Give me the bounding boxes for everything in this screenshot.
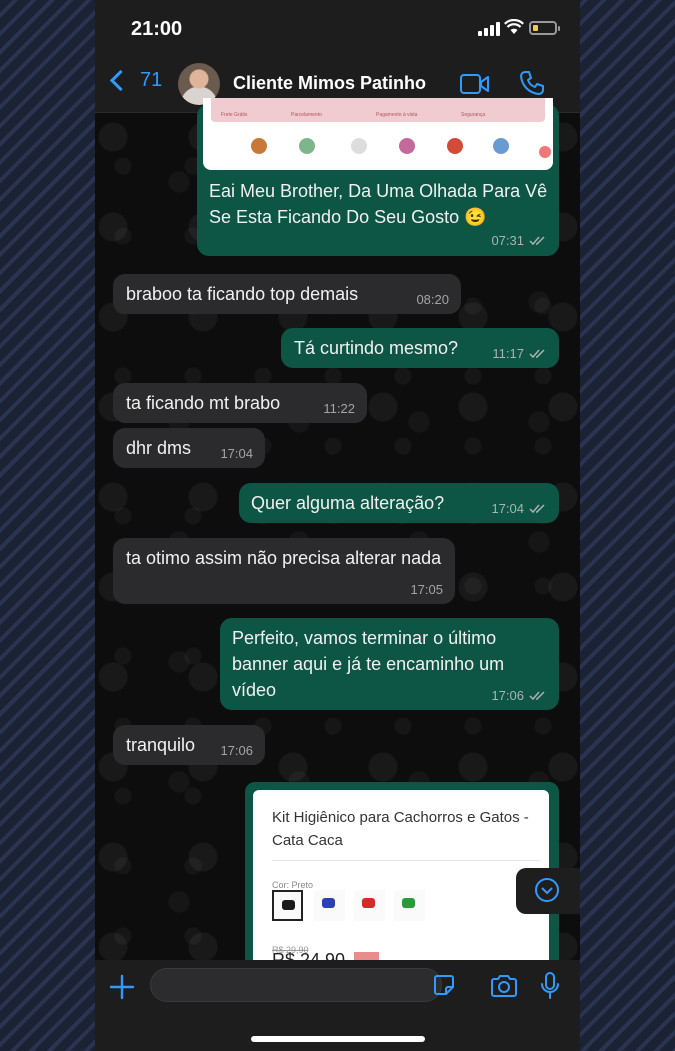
message-time: 17:04	[220, 446, 253, 461]
phone-screen: 21:00 71 Cliente Mimos Patinho Frete Grá…	[95, 0, 580, 1051]
scroll-down-button[interactable]	[516, 868, 580, 914]
home-indicator	[251, 1036, 425, 1042]
status-time: 21:00	[131, 18, 183, 40]
pet-thumbnail	[447, 138, 463, 154]
feature-label: Pagamento à vista	[376, 112, 418, 118]
phone-call-icon[interactable]	[519, 70, 545, 96]
message-meta: 17:04	[491, 502, 547, 516]
message-meta: 07:31	[491, 234, 547, 248]
read-ticks-icon	[529, 349, 545, 359]
message-text: dhr dms	[126, 438, 192, 458]
message-time: 17:04	[491, 501, 524, 516]
message-bubble-incoming[interactable]: ta ficando mt brabo 11:22	[113, 383, 367, 423]
product-thumbnail	[322, 898, 335, 908]
message-text: ta otimo assim não precisa alterar nada	[126, 548, 442, 568]
pet-thumbnail	[251, 138, 267, 154]
camera-icon[interactable]	[490, 974, 518, 998]
plus-icon[interactable]	[109, 974, 135, 1000]
message-bubble-outgoing[interactable]: Perfeito, vamos terminar o último banner…	[220, 618, 559, 710]
banner-preview: Frete Grátis Parcelamento Pagamento à vi…	[211, 98, 545, 122]
message-meta: 11:22	[323, 402, 355, 416]
read-ticks-icon	[529, 691, 545, 701]
message-text: tranquilo	[126, 735, 196, 755]
status-bar: 21:00	[95, 0, 580, 55]
divider	[272, 860, 540, 861]
message-text: Quer alguma alteração?	[251, 493, 445, 513]
product-title: Kit Higiênico para Cachorros e Gatos - C…	[272, 809, 529, 849]
message-time: 11:22	[323, 401, 355, 416]
color-swatch-blue[interactable]	[314, 890, 345, 921]
feature-label: Segurança	[461, 112, 486, 118]
message-meta: 17:04	[220, 447, 253, 461]
message-time: 17:05	[410, 582, 443, 597]
message-bubble-outgoing[interactable]: Quer alguma alteração? 17:04	[239, 483, 559, 523]
message-bubble-outgoing[interactable]: Frete Grátis Parcelamento Pagamento à vi…	[197, 98, 559, 256]
pet-thumbnail	[493, 138, 509, 154]
message-time: 08:20	[416, 292, 449, 307]
pet-thumbnail	[539, 146, 551, 158]
message-time: 17:06	[220, 743, 253, 758]
message-bubble-incoming[interactable]: braboo ta ficando top demais 08:20	[113, 274, 461, 314]
message-input[interactable]	[150, 968, 442, 1002]
battery-icon	[529, 21, 560, 35]
composer-bar	[95, 960, 580, 1051]
product-thumbnail	[282, 900, 295, 910]
pet-thumbnail	[351, 138, 367, 154]
message-time: 17:06	[491, 688, 524, 703]
message-meta: 11:17	[492, 347, 547, 361]
message-meta: 17:05	[410, 583, 443, 597]
read-ticks-icon	[529, 236, 545, 246]
contact-name[interactable]: Cliente Mimos Patinho	[233, 73, 426, 94]
message-text: braboo ta ficando top demais	[126, 284, 359, 304]
shared-image[interactable]: Frete Grátis Parcelamento Pagamento à vi…	[203, 98, 553, 170]
message-bubble-incoming[interactable]: dhr dms 17:04	[113, 428, 265, 468]
message-bubble-outgoing[interactable]: Tá curtindo mesmo? 11:17	[281, 328, 559, 368]
sticker-icon[interactable]	[433, 974, 455, 996]
read-ticks-icon	[529, 504, 545, 514]
message-time: 11:17	[492, 346, 524, 361]
back-button[interactable]: 71	[109, 69, 162, 92]
signal-icon	[478, 22, 500, 36]
color-swatch-green[interactable]	[394, 890, 425, 921]
feature-label: Frete Grátis	[221, 112, 248, 118]
chevron-down-icon	[535, 878, 559, 902]
message-bubble-incoming[interactable]: ta otimo assim não precisa alterar nada …	[113, 538, 455, 604]
message-time: 07:31	[491, 233, 524, 248]
message-meta: 17:06	[220, 744, 253, 758]
message-meta: 17:06	[491, 689, 547, 703]
video-call-icon[interactable]	[460, 73, 490, 95]
message-meta: 08:20	[416, 293, 449, 307]
unread-count: 71	[140, 69, 163, 91]
message-text: Eai Meu Brother, Da Uma Olhada Para Vê S…	[209, 181, 548, 227]
message-text: Tá curtindo mesmo?	[294, 338, 459, 358]
product-thumbnail	[402, 898, 415, 908]
feature-label: Parcelamento	[291, 112, 322, 118]
microphone-icon[interactable]	[540, 972, 560, 1000]
pet-thumbnail	[399, 138, 415, 154]
chevron-left-icon	[109, 69, 132, 92]
message-text: ta ficando mt brabo	[126, 393, 281, 413]
message-bubble-product[interactable]: Kit Higiênico para Cachorros e Gatos - C…	[245, 782, 559, 990]
pet-thumbnail	[299, 138, 315, 154]
wifi-icon	[504, 19, 524, 34]
product-thumbnail	[362, 898, 375, 908]
message-bubble-incoming[interactable]: tranquilo 17:06	[113, 725, 265, 765]
color-swatch-red[interactable]	[354, 890, 385, 921]
color-swatch-black[interactable]	[272, 890, 303, 921]
